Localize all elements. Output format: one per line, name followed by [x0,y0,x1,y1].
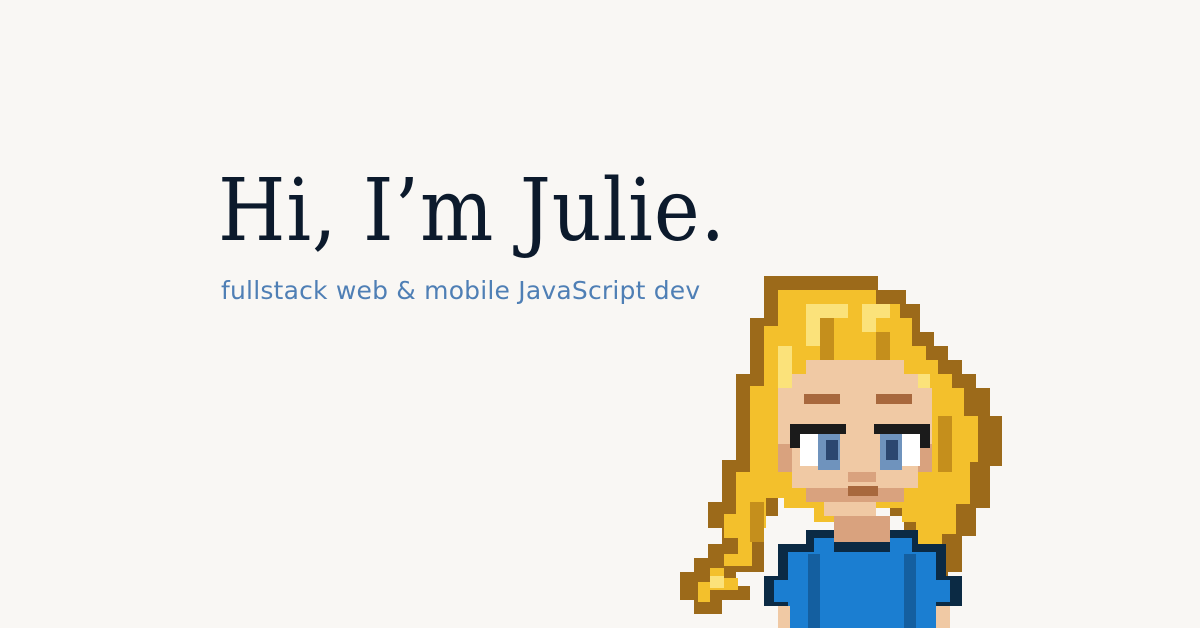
pixel-girl-avatar-icon [680,276,1002,628]
subtitle: fullstack web & mobile JavaScript dev [221,276,701,305]
headline: Hi, I’m Julie. [218,161,727,261]
social-card: Hi, I’m Julie. fullstack web & mobile Ja… [0,0,1200,628]
